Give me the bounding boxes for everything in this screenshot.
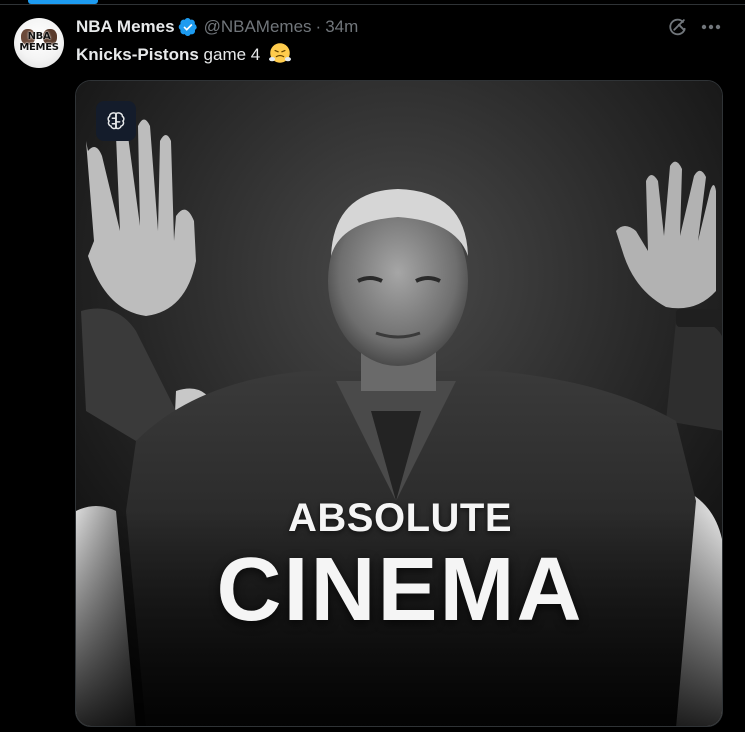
tweet-header: NBA Memes @NBAMemes · 34m xyxy=(76,16,358,38)
more-icon[interactable] xyxy=(697,14,725,40)
display-name[interactable]: NBA Memes xyxy=(76,17,175,37)
timestamp[interactable]: 34m xyxy=(325,17,358,37)
avatar-logo-text: NBA MEMES xyxy=(19,31,59,53)
tweet[interactable]: NBA MEMES NBA Memes @NBAMemes · 34m Knic… xyxy=(0,5,745,732)
separator-dot: · xyxy=(315,17,322,36)
tweet-text-rest: game 4 xyxy=(198,45,261,64)
caption-line2: CINEMA xyxy=(216,540,584,640)
handle[interactable]: @NBAMemes xyxy=(204,17,312,37)
tweet-text: Knicks-Pistons game 4 xyxy=(76,42,291,66)
tweet-text-bold[interactable]: Knicks-Pistons xyxy=(76,45,199,64)
verified-badge-icon[interactable] xyxy=(178,17,198,37)
caption-line1: ABSOLUTE xyxy=(288,496,512,540)
face-with-steam-from-nose-icon xyxy=(268,43,291,63)
grok-icon[interactable] xyxy=(664,14,690,40)
tweet-media[interactable]: ABSOLUTE CINEMA xyxy=(75,80,723,727)
brain-icon[interactable] xyxy=(96,101,136,141)
avatar[interactable]: NBA MEMES xyxy=(14,18,64,68)
